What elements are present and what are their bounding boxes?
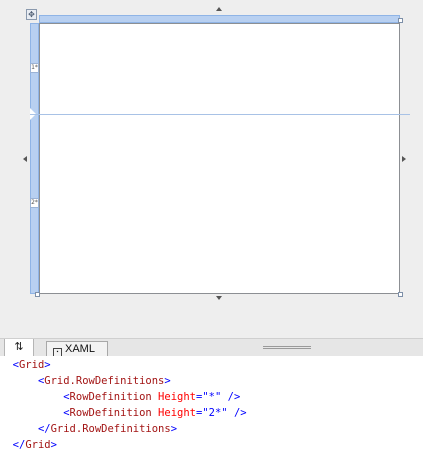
code-value: "*" — [202, 391, 222, 403]
top-margin-arrow-icon[interactable] — [216, 7, 222, 11]
grid-canvas[interactable] — [39, 23, 400, 294]
resize-handle-bottom-right[interactable] — [398, 292, 403, 297]
view-tab-bar: ⇅ ▪ XAML — [0, 338, 423, 357]
code-line[interactable]: <RowDefinition Height="2*" /> — [0, 405, 246, 421]
swap-panes-button[interactable]: ⇅ — [4, 339, 34, 357]
code-tag: RowDefinition — [69, 391, 152, 403]
tab-xaml[interactable]: ▪ XAML — [46, 341, 108, 357]
row-size-label: 1* — [31, 64, 38, 71]
swap-panes-icon: ⇅ — [14, 340, 24, 353]
pane-splitter-grip[interactable] — [263, 346, 311, 349]
column-rail[interactable] — [39, 15, 400, 23]
tab-xaml-label: XAML — [65, 343, 95, 355]
xaml-code-editor[interactable]: <Grid> <Grid.RowDefinitions> <RowDefinit… — [0, 356, 423, 456]
code-tag: RowDefinition — [69, 407, 152, 419]
row-divider-line[interactable] — [30, 114, 410, 115]
code-value: "2*" — [202, 407, 228, 419]
row-size-label: 2* — [31, 199, 38, 206]
code-tag: Grid.RowDefinitions — [44, 375, 165, 387]
code-attribute: Height — [151, 407, 196, 419]
resize-handle-bottom-left[interactable] — [35, 292, 40, 297]
code-attribute: Height — [151, 391, 196, 403]
code-line[interactable]: </Grid.RowDefinitions> — [0, 421, 177, 437]
code-line[interactable]: <Grid.RowDefinitions> — [0, 373, 171, 389]
code-line[interactable]: <RowDefinition Height="*" /> — [0, 389, 240, 405]
bottom-margin-arrow-icon[interactable] — [216, 296, 222, 300]
design-surface[interactable]: ✥ 1* 2* — [0, 0, 423, 338]
code-line[interactable]: <Grid> — [0, 357, 51, 373]
left-margin-arrow-icon[interactable] — [23, 156, 27, 162]
resize-handle-top-right[interactable] — [398, 18, 403, 23]
right-margin-arrow-icon[interactable] — [402, 156, 406, 162]
code-line[interactable]: </Grid> — [0, 437, 57, 453]
code-tag: Grid — [25, 439, 51, 451]
move-grid-icon[interactable]: ✥ — [26, 9, 37, 20]
row-size-marker-1[interactable]: 1* — [30, 63, 39, 73]
code-tag: Grid — [18, 359, 45, 371]
row-size-marker-2[interactable]: 2* — [30, 198, 39, 208]
code-tag: Grid.RowDefinitions — [50, 423, 171, 435]
